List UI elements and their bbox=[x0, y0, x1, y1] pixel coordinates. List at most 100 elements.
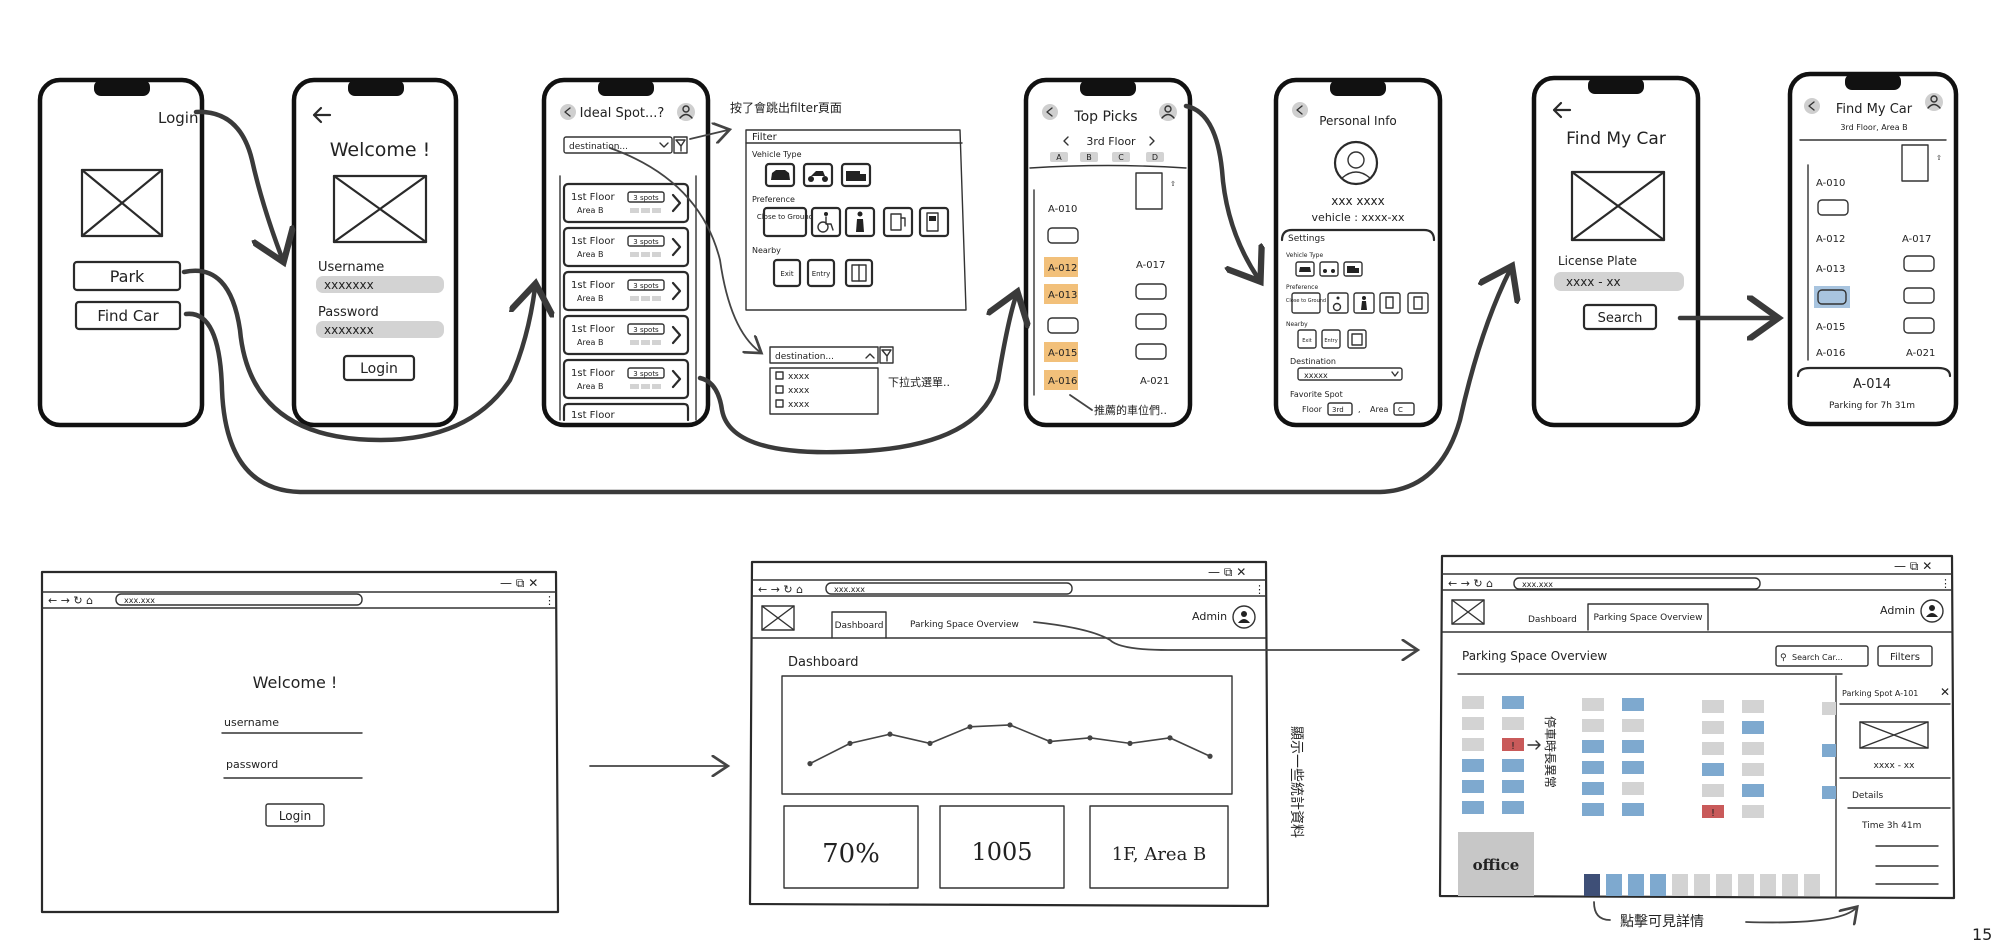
ev-charging-option[interactable] bbox=[882, 206, 914, 238]
truck-icon bbox=[846, 171, 866, 181]
parking-space[interactable] bbox=[1742, 763, 1764, 776]
parking-space[interactable] bbox=[1502, 801, 1524, 814]
bottom-spot-row bbox=[1584, 874, 1820, 896]
spot-label: A-021 bbox=[1906, 348, 1935, 359]
browser-nav-icons[interactable]: ← → ↻ ⌂ bbox=[758, 583, 803, 596]
parking-space[interactable] bbox=[1622, 761, 1644, 774]
option-checkbox[interactable] bbox=[775, 371, 784, 380]
parking-space[interactable] bbox=[1582, 698, 1604, 711]
parking-space-selected[interactable] bbox=[1584, 874, 1600, 896]
parking-space[interactable] bbox=[1462, 780, 1484, 793]
image-placeholder-icon bbox=[1859, 721, 1929, 749]
click-note: 點擊可見詳情 bbox=[1620, 913, 1704, 930]
welcome-heading: Welcome ! bbox=[253, 673, 338, 692]
parking-space[interactable] bbox=[1804, 874, 1820, 896]
parking-space[interactable] bbox=[1582, 782, 1604, 795]
browser-nav-icons[interactable]: ← → ↻ ⌂ bbox=[1448, 577, 1493, 590]
option-checkbox[interactable] bbox=[775, 385, 784, 394]
login-button-label: Login bbox=[279, 809, 311, 823]
parking-space[interactable] bbox=[1742, 700, 1764, 713]
parking-space[interactable] bbox=[1742, 805, 1764, 818]
parking-space[interactable] bbox=[1462, 717, 1484, 730]
parking-space[interactable] bbox=[1716, 874, 1732, 896]
license-plate-label: License Plate bbox=[1558, 254, 1637, 268]
dropdown-option[interactable]: xxxx bbox=[788, 400, 810, 410]
parking-space[interactable] bbox=[1462, 696, 1484, 709]
parking-space[interactable] bbox=[1650, 874, 1666, 896]
back-button[interactable] bbox=[560, 104, 576, 120]
location-subtitle: 3rd Floor, Area B bbox=[1840, 123, 1907, 132]
window-controls[interactable]: — ⧉ ✕ bbox=[1208, 565, 1246, 579]
fuel-option[interactable] bbox=[918, 206, 950, 238]
parking-space[interactable] bbox=[1694, 874, 1710, 896]
parking-space[interactable] bbox=[1582, 740, 1604, 753]
parking-space[interactable] bbox=[1672, 874, 1688, 896]
browser-nav-icons[interactable]: ← → ↻ ⌂ bbox=[48, 594, 93, 607]
window-controls[interactable]: — ⧉ ✕ bbox=[500, 576, 538, 590]
window-controls[interactable]: — ⧉ ✕ bbox=[1894, 559, 1932, 573]
wheelchair-icon bbox=[817, 212, 834, 233]
dropdown-option[interactable]: xxxx bbox=[788, 372, 810, 382]
browser-menu-icon[interactable]: ⋮ bbox=[1254, 583, 1265, 596]
spot-floor: 1st Floor bbox=[571, 368, 615, 379]
parking-space[interactable] bbox=[1742, 784, 1764, 797]
parking-space[interactable] bbox=[1702, 784, 1724, 797]
close-icon[interactable]: ✕ bbox=[1940, 685, 1950, 699]
parking-space[interactable] bbox=[1742, 742, 1764, 755]
parking-space[interactable] bbox=[1606, 874, 1622, 896]
parking-grid: ! ! bbox=[1462, 696, 1836, 819]
parking-space[interactable] bbox=[1702, 763, 1724, 776]
option-checkbox[interactable] bbox=[775, 399, 784, 408]
parking-space[interactable] bbox=[1502, 696, 1524, 709]
preference-label: Preference bbox=[752, 195, 795, 204]
parking-space[interactable] bbox=[1702, 700, 1724, 713]
chart-series-line bbox=[809, 724, 1211, 765]
vehicle-type-label: Vehicle Type bbox=[1286, 252, 1323, 259]
login-link[interactable]: Login bbox=[158, 109, 198, 127]
arrow-icon bbox=[1527, 740, 1541, 750]
parking-space[interactable] bbox=[1582, 803, 1604, 816]
parking-space[interactable] bbox=[1782, 874, 1798, 896]
spot-count-badge: 3 spots bbox=[633, 326, 659, 334]
parking-space[interactable] bbox=[1822, 744, 1836, 757]
password-value: xxxxxxx bbox=[324, 323, 374, 337]
user-icon bbox=[1238, 611, 1250, 623]
parking-space[interactable] bbox=[1822, 786, 1836, 799]
floor-label: 3rd Floor bbox=[1086, 135, 1136, 148]
parking-space[interactable] bbox=[1582, 761, 1604, 774]
back-button[interactable] bbox=[1804, 98, 1820, 114]
parking-space[interactable] bbox=[1622, 803, 1644, 816]
tab-dashboard[interactable]: Dashboard bbox=[1528, 615, 1577, 625]
parking-space[interactable] bbox=[1502, 780, 1524, 793]
parking-space[interactable] bbox=[1738, 874, 1754, 896]
parking-space[interactable] bbox=[1622, 782, 1644, 795]
chart-point bbox=[1047, 738, 1053, 745]
url-text: xxx.xxx bbox=[1522, 580, 1553, 589]
parking-space[interactable] bbox=[1702, 721, 1724, 734]
parking-space[interactable] bbox=[1742, 721, 1764, 734]
tab-overview[interactable]: Parking Space Overview bbox=[910, 620, 1019, 630]
long-stay-note: 停車時長異常 bbox=[1543, 716, 1558, 788]
parking-space[interactable] bbox=[1760, 874, 1776, 896]
browser-menu-icon[interactable]: ⋮ bbox=[544, 594, 555, 607]
parking-space[interactable] bbox=[1702, 742, 1724, 755]
exit-label: Exit bbox=[780, 270, 794, 278]
parking-space[interactable] bbox=[1462, 801, 1484, 814]
parking-space[interactable] bbox=[1462, 759, 1484, 772]
dropdown-option[interactable]: xxxx bbox=[788, 386, 810, 396]
parking-space[interactable] bbox=[1502, 717, 1524, 730]
parking-space[interactable] bbox=[1502, 759, 1524, 772]
parking-space[interactable] bbox=[1622, 719, 1644, 732]
back-button[interactable] bbox=[1042, 104, 1058, 120]
parking-space[interactable] bbox=[1582, 719, 1604, 732]
parking-space[interactable] bbox=[1822, 702, 1836, 715]
parking-space[interactable] bbox=[1622, 698, 1644, 711]
parking-space[interactable] bbox=[1628, 874, 1644, 896]
tab-overview-label: Parking Space Overview bbox=[1594, 613, 1703, 623]
area-tab-label: A bbox=[1056, 153, 1062, 162]
back-button[interactable] bbox=[1292, 102, 1308, 118]
parking-space[interactable] bbox=[1622, 740, 1644, 753]
page-title: Find My Car bbox=[1836, 102, 1913, 117]
browser-menu-icon[interactable]: ⋮ bbox=[1940, 577, 1951, 590]
parking-space[interactable] bbox=[1462, 738, 1484, 751]
